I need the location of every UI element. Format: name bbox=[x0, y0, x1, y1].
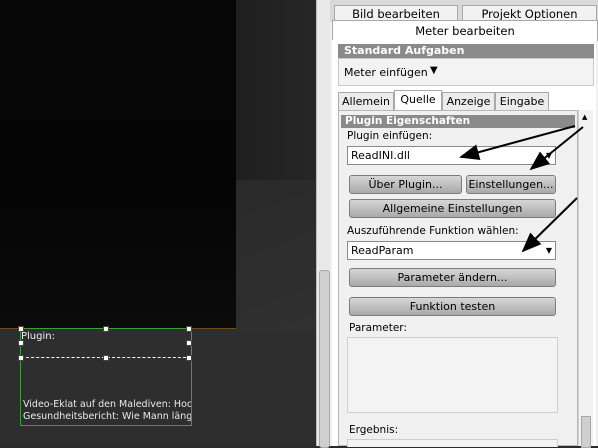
function-label: Auszuführende Funktion wählen: bbox=[347, 225, 519, 237]
scrollbar-thumb[interactable] bbox=[319, 270, 330, 448]
background-region bbox=[236, 0, 316, 180]
tab-general[interactable]: Allemein bbox=[338, 92, 394, 112]
plugin-select[interactable]: ReadINI.dll ▼ bbox=[347, 146, 556, 165]
tab-input[interactable]: Eingabe bbox=[495, 92, 549, 112]
plugin-settings-button[interactable]: Einstellungen... bbox=[466, 175, 556, 194]
chevron-down-icon: ▼ bbox=[545, 246, 552, 255]
insert-plugin-label: Plugin einfügen: bbox=[347, 130, 433, 142]
scrollbar-thumb[interactable] bbox=[581, 416, 591, 448]
top-tab-bar: Bild bearbeiten Projekt Optionen bbox=[330, 0, 598, 23]
resize-handle[interactable] bbox=[186, 355, 192, 361]
canvas-vertical-scrollbar[interactable] bbox=[316, 0, 331, 448]
general-settings-button[interactable]: Allgemeine Einstellungen bbox=[349, 199, 556, 218]
test-function-button[interactable]: Funktion testen bbox=[349, 297, 556, 316]
parameter-label: Parameter: bbox=[349, 322, 407, 334]
function-select-value: ReadParam bbox=[351, 244, 414, 257]
standard-tasks-header: Standard Aufgaben bbox=[338, 44, 594, 58]
insert-meter-link[interactable]: Meter einfügen bbox=[344, 66, 428, 79]
selected-meter[interactable]: Plugin: Video-Eklat auf den Malediven: H… bbox=[18, 326, 192, 426]
chevron-down-icon: ▼ bbox=[545, 151, 552, 160]
about-plugin-button[interactable]: Über Plugin... bbox=[349, 175, 462, 194]
design-canvas[interactable]: Plugin: Video-Eklat auf den Malediven: H… bbox=[0, 0, 316, 446]
resize-handle[interactable] bbox=[186, 326, 192, 332]
news-line: Video-Eklat auf den Malediven: Hoc bbox=[23, 399, 191, 410]
tab-display[interactable]: Anzeige bbox=[442, 92, 495, 112]
meter-edit-pane: Standard Aufgaben Meter einfügen ▼ Allem… bbox=[332, 40, 596, 448]
dropdown-arrow-icon[interactable]: ▼ bbox=[430, 65, 438, 76]
change-parameters-button[interactable]: Parameter ändern... bbox=[349, 268, 556, 287]
resize-handle[interactable] bbox=[103, 326, 109, 332]
plugin-text-label: Plugin: bbox=[21, 331, 55, 342]
plugin-select-value: ReadINI.dll bbox=[351, 149, 410, 162]
background-region bbox=[236, 180, 316, 330]
plugin-properties-group: Plugin Eigenschaften Plugin einfügen: Re… bbox=[338, 110, 578, 447]
news-line: Gesundheitsbericht: Wie Mann läng bbox=[23, 411, 191, 422]
properties-scrollbar[interactable]: ▲ bbox=[578, 110, 593, 448]
function-select[interactable]: ReadParam ▼ bbox=[347, 241, 556, 260]
plugin-properties-header: Plugin Eigenschaften bbox=[341, 115, 575, 128]
result-label: Ergebnis: bbox=[349, 424, 399, 436]
resize-handle[interactable] bbox=[103, 355, 109, 361]
resize-handle[interactable] bbox=[18, 340, 24, 346]
standard-tasks-body: Meter einfügen ▼ bbox=[338, 58, 594, 86]
scroll-up-icon[interactable]: ▲ bbox=[582, 113, 587, 121]
resize-handle[interactable] bbox=[18, 326, 24, 332]
tab-source[interactable]: Quelle bbox=[394, 90, 442, 111]
editor-side-panel: Bild bearbeiten Projekt Optionen Meter b… bbox=[330, 0, 598, 448]
news-ticker-text: Video-Eklat auf den Malediven: Hoc Gesun… bbox=[23, 399, 191, 423]
tab-edit-meter[interactable]: Meter bearbeiten bbox=[332, 20, 598, 41]
meter-background-image bbox=[0, 0, 236, 328]
resize-handle[interactable] bbox=[18, 355, 24, 361]
resize-handle[interactable] bbox=[186, 340, 192, 346]
parameter-field[interactable] bbox=[347, 337, 558, 413]
